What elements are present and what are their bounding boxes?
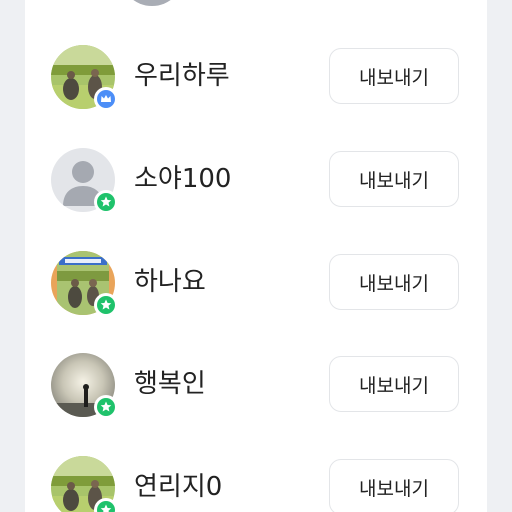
member-row[interactable]: 하나요 내보내기 <box>25 247 487 319</box>
member-avatar[interactable] <box>51 45 118 111</box>
export-button[interactable]: 내보내기 <box>329 48 459 104</box>
export-button[interactable]: 내보내기 <box>329 254 459 310</box>
member-row[interactable]: 연리지0 내보내기 <box>25 452 487 512</box>
member-name: 우리하루 <box>134 61 230 91</box>
star-icon <box>94 190 118 214</box>
member-name: 소야100 <box>134 164 232 194</box>
member-name: 하나요 <box>134 267 206 297</box>
member-row[interactable]: 행복인 내보내기 <box>25 349 487 421</box>
member-name: 연리지0 <box>134 472 223 502</box>
member-avatar[interactable] <box>51 251 118 317</box>
export-button[interactable]: 내보내기 <box>329 151 459 207</box>
previous-member-avatar[interactable] <box>120 0 184 6</box>
member-avatar[interactable] <box>51 456 118 512</box>
export-button[interactable]: 내보내기 <box>329 459 459 512</box>
member-name: 행복인 <box>134 369 206 399</box>
member-avatar[interactable] <box>51 148 118 214</box>
star-icon <box>94 293 118 317</box>
member-list-card: 우리하루 내보내기 소야100 내보내기 하나요 내보내기 행복인 내보내기 연… <box>25 0 487 512</box>
member-row[interactable]: 우리하루 내보내기 <box>25 41 487 113</box>
member-row[interactable]: 소야100 내보내기 <box>25 144 487 216</box>
star-icon <box>94 498 118 512</box>
star-icon <box>94 395 118 419</box>
crown-icon <box>94 87 118 111</box>
export-button[interactable]: 내보내기 <box>329 356 459 412</box>
member-avatar[interactable] <box>51 353 118 419</box>
